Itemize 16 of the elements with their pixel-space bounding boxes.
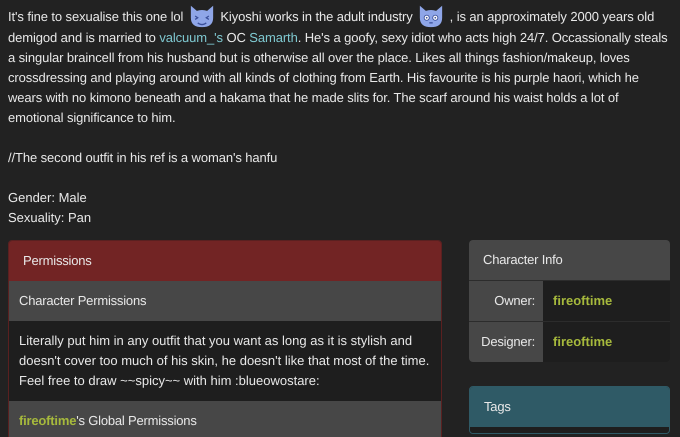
panel-header: Tags [470,387,669,427]
fact-text: Gender: Male [8,189,88,207]
user-link[interactable]: fireoftime [553,293,612,308]
section-header: Character Permissions [9,281,441,321]
section-header: fireoftime's Global Permissions [9,401,441,437]
user-link[interactable]: fireoftime [553,334,612,349]
description-paragraph: It's fine to sexualise this one lol Kiyoshi works in the adult industry , is an approximately 2000 years old demigod and is married to valcuum_'s OC Samarth. He's a goofy, sexy idiot who acts high 24/7. Occassionally steals a singular braincell from his husband but is otherwise all over the place. Likes all things fashion/makeup, loves crossdressing and playing around with all kinds of clothing from Earth. His favourite is his purple haori, which he wears with no kimono beneath and a hakama that he made slits for. The scarf around his waist holds a lot of emotional significance to him. [8,4,672,128]
panel-header: Permissions [9,241,441,281]
user-link[interactable]: valcuum_'s [159,30,223,45]
user-link[interactable]: fireoftime [19,413,76,428]
panel-header: Character Info [469,240,670,280]
note-text: //The second outfit in his ref is a woman's hanfu [8,149,278,167]
user-link[interactable]: Samarth [249,30,298,45]
info-label: Designer: [469,322,543,362]
info-label: Owner: [469,281,543,321]
fact-text: Sexuality: Pan [8,209,92,227]
